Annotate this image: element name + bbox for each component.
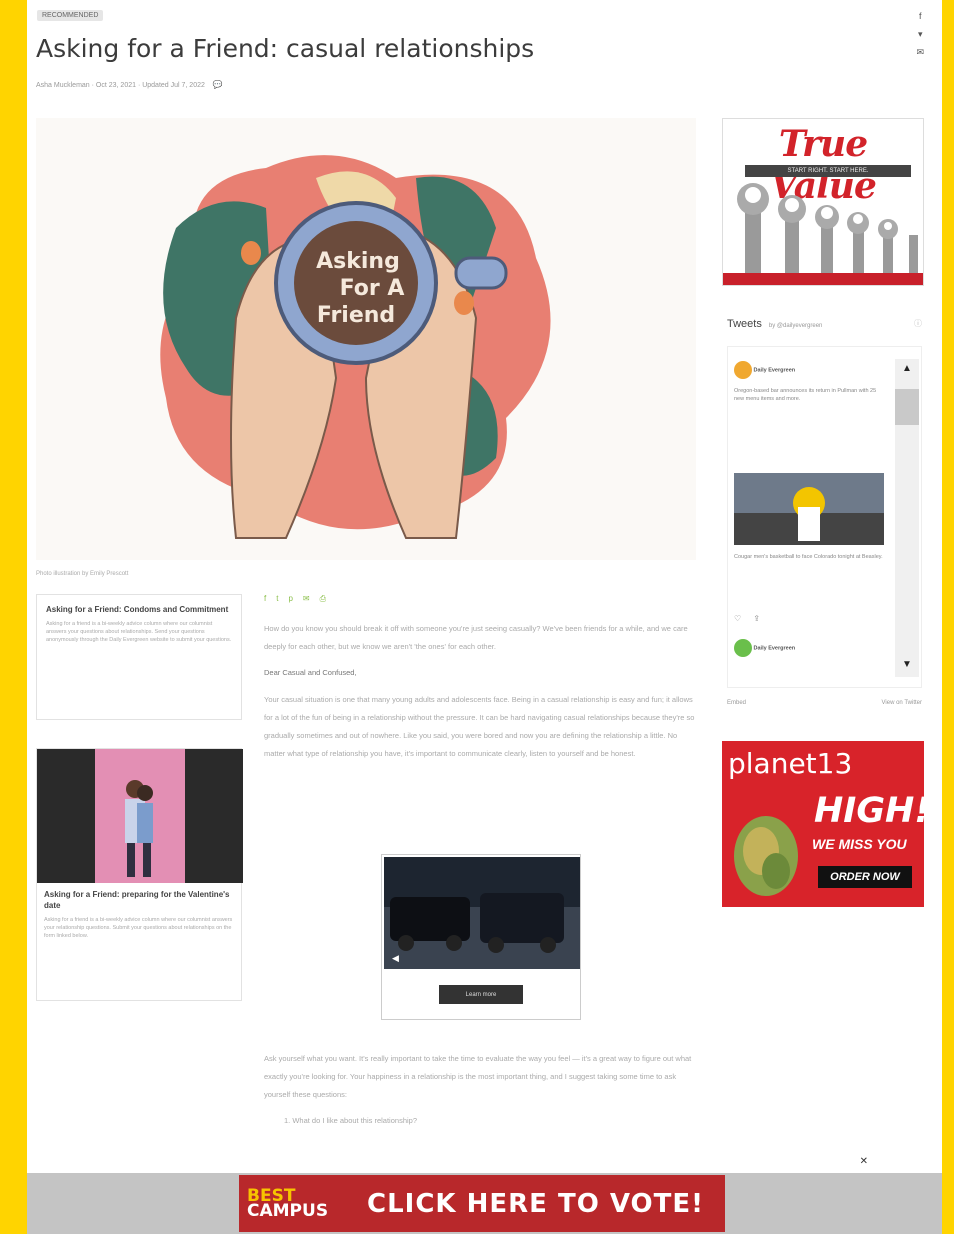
wrench-image — [737, 183, 918, 277]
like-icon[interactable]: ♡ — [734, 614, 741, 623]
tweets-header: Tweets by @dailyevergreen ⓘ — [727, 318, 922, 330]
hero-illustration: Asking For A Friend — [160, 155, 551, 539]
view-on-twitter-link[interactable]: View on Twitter — [882, 700, 922, 706]
truevalue-bar — [723, 273, 923, 285]
hero-image: Asking For A Friend — [36, 118, 696, 560]
tweet-photo[interactable] — [734, 473, 884, 545]
truevalue-ad[interactable]: True Value START RIGHT. START HERE. — [722, 118, 924, 286]
tweets-by[interactable]: by @dailyevergreen — [769, 323, 822, 329]
article-paragraph: How do you know you should break it off … — [264, 624, 688, 651]
comment-icon[interactable]: 💬 — [213, 80, 223, 89]
related-card[interactable]: Asking for a Friend: Condoms and Commitm… — [36, 594, 242, 720]
email-icon[interactable]: ✉ — [303, 594, 310, 604]
twitter-icon[interactable]: ▾ — [918, 30, 923, 39]
scrollbar-thumb[interactable] — [895, 389, 919, 425]
byline: Asha Muckleman · Oct 23, 2021 · Updated … — [36, 80, 223, 89]
twitter-icon[interactable]: t — [276, 594, 278, 604]
learn-more-button[interactable]: Learn more — [439, 985, 523, 1004]
page: RECOMMENDED f ▾ ✉ Asking for a Friend: c… — [27, 0, 942, 1234]
order-now-button[interactable]: ORDER NOW — [818, 866, 912, 888]
related-text: Asking for a friend is a bi-weekly advic… — [46, 621, 232, 643]
tweet-text: Cougar men's basketball to face Colorado… — [734, 554, 883, 560]
related-thumbnail[interactable] — [37, 749, 243, 883]
hero-text-1: Asking — [316, 249, 400, 274]
video-ad[interactable]: ◀ Learn more — [381, 854, 581, 1020]
tweet-timeline[interactable]: Daily Evergreen Oregon-based bar announc… — [727, 346, 922, 688]
tweet[interactable]: Daily Evergreen Oregon-based bar announc… — [734, 361, 884, 403]
embed-link[interactable]: Embed — [727, 700, 746, 706]
planet13-sub: WE MISS YOU — [812, 836, 907, 852]
sticky-footer-ad: BEST CAMPUS CLICK HERE TO VOTE! — [27, 1173, 942, 1234]
share-rail: f ▾ ✉ — [916, 12, 924, 57]
email-icon[interactable]: ✉ — [916, 48, 924, 57]
scrollbar[interactable]: ▲ ▼ — [895, 359, 919, 677]
article-body: f t p ✉ ⎙ How do you know you should bre… — [264, 594, 700, 775]
article-body-continued: Ask yourself what you want. It's really … — [264, 1050, 700, 1125]
video-player[interactable]: ◀ — [384, 857, 580, 969]
article-paragraph: Your casual situation is one that many y… — [264, 695, 695, 758]
planet13-headline: HIGH! — [814, 791, 924, 831]
byline-text: Asha Muckleman · Oct 23, 2021 · Updated … — [36, 82, 205, 89]
avatar[interactable] — [734, 361, 752, 379]
tweet-actions: ♡ ⇪ — [734, 615, 884, 623]
planet13-logo: planet13 — [728, 747, 853, 780]
tweets-footer: Embed View on Twitter — [727, 700, 922, 706]
logo-bottom: CAMPUS — [247, 1200, 329, 1221]
category-tag[interactable]: RECOMMENDED — [37, 10, 104, 21]
vote-cta[interactable]: CLICK HERE TO VOTE! — [367, 1189, 704, 1219]
related-title[interactable]: Asking for a Friend: Condoms and Commitm… — [46, 604, 232, 615]
truevalue-strap: START RIGHT. START HERE. — [745, 165, 911, 177]
info-icon[interactable]: ⓘ — [914, 318, 922, 330]
tweet-author[interactable]: Daily Evergreen — [754, 645, 796, 651]
print-icon[interactable]: ⎙ — [320, 594, 326, 604]
svg-text:◀: ◀ — [392, 953, 399, 963]
photo-caption: Photo illustration by Emily Prescott — [36, 571, 129, 577]
tweet-author[interactable]: Daily Evergreen — [754, 367, 796, 373]
planet13-ad[interactable]: planet13 HIGH! WE MISS YOU ORDER NOW — [722, 741, 924, 907]
close-icon[interactable]: ✕ — [860, 1156, 868, 1167]
pinterest-icon[interactable]: p — [288, 594, 292, 604]
twitter-widget: Tweets by @dailyevergreen ⓘ Daily Evergr… — [727, 318, 922, 708]
related-title[interactable]: Asking for a Friend: preparing for the V… — [44, 889, 234, 911]
related-text: Asking for a friend is a bi-weekly advic… — [44, 917, 233, 939]
vote-banner[interactable]: BEST CAMPUS CLICK HERE TO VOTE! — [239, 1175, 725, 1232]
share-icon[interactable]: ⇪ — [753, 614, 760, 623]
page-title: Asking for a Friend: casual relationship… — [36, 34, 535, 63]
hero-text-3: Friend — [317, 303, 395, 328]
tweet-caption: Cougar men's basketball to face Colorado… — [734, 553, 884, 561]
couple-photo — [95, 749, 185, 883]
article-subhead: Dear Casual and Confused, — [264, 668, 357, 677]
tweet-text: Oregon-based bar announces its return in… — [734, 388, 877, 402]
car-image: ◀ — [384, 857, 580, 969]
related-card[interactable]: Asking for a Friend: preparing for the V… — [36, 748, 243, 1001]
facebook-icon[interactable]: f — [264, 594, 266, 604]
scroll-down-icon[interactable]: ▼ — [902, 659, 912, 670]
article-list-item: 1. What do I like about this relationshi… — [284, 1116, 417, 1125]
avatar[interactable] — [734, 639, 752, 657]
tweet[interactable]: Daily Evergreen — [734, 639, 884, 657]
tweets-title: Tweets — [727, 318, 762, 330]
hero-text-2: For A — [340, 276, 405, 301]
share-row: f t p ✉ ⎙ — [264, 594, 700, 604]
facebook-icon[interactable]: f — [919, 12, 922, 21]
scroll-up-icon[interactable]: ▲ — [902, 363, 912, 374]
article-paragraph: Ask yourself what you want. It's really … — [264, 1054, 692, 1099]
plant-image — [734, 816, 798, 896]
best-campus-logo: BEST CAMPUS — [247, 1187, 367, 1221]
